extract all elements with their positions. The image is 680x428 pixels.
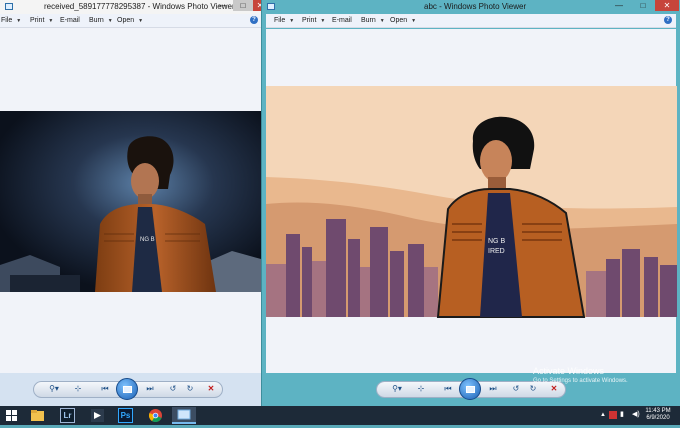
image-canvas: NG B [0,29,261,373]
title-bar[interactable]: abc - Windows Photo Viewer — □ ✕ [262,0,680,14]
viewer-control-bar: ⚲▾ ⊹ ⏮ ⏭ ↺ ↻ ✕ [0,373,261,406]
menu-email[interactable]: E-mail [60,17,80,24]
chevron-down-icon: ▼ [48,18,54,24]
previous-icon[interactable]: ⏮ [441,383,455,395]
watermark-subtitle: Go to Settings to activate Windows. [533,378,628,384]
menu-print[interactable]: Print ▼ [30,17,53,24]
menu-burn[interactable]: Burn ▼ [89,17,113,24]
photo-viewer-icon [177,409,191,420]
close-button[interactable]: ✕ [253,0,261,11]
close-button[interactable]: ✕ [655,0,679,11]
maximize-button[interactable]: □ [233,0,253,11]
photoshop-icon[interactable]: Ps [118,408,133,423]
menu-open[interactable]: Open ▼ [390,17,416,24]
help-icon[interactable]: ? [664,16,672,24]
photo-viewer-window-right: abc - Windows Photo Viewer — □ ✕ File ▼ P… [261,0,680,406]
rotate-counterclockwise-icon[interactable]: ↺ [167,383,179,395]
chevron-down-icon: ▼ [320,18,326,24]
lightroom-icon[interactable]: Lr [60,408,75,423]
activate-windows-watermark: Activate Windows Go to Settings to activ… [533,366,628,386]
minimize-button[interactable]: — [213,0,233,11]
photo-image: NG B [0,111,261,292]
slideshow-button[interactable] [116,378,138,400]
chevron-down-icon: ▼ [411,18,417,24]
slideshow-icon [123,386,132,393]
window-title: abc - Windows Photo Viewer [424,2,527,11]
clock[interactable]: 11:43 PM 6/9/2020 [644,408,672,422]
minimize-button[interactable]: — [607,0,631,11]
actual-size-icon[interactable]: ⊹ [72,383,84,395]
video-editor-icon[interactable] [90,408,105,423]
chevron-down-icon: ▼ [138,18,144,24]
chevron-down-icon: ▼ [379,18,385,24]
actual-size-icon[interactable]: ⊹ [415,383,427,395]
rotate-counterclockwise-icon[interactable]: ↺ [510,383,522,395]
tray-overflow-icon[interactable]: ▲ [600,412,606,419]
zoom-icon[interactable]: ⚲▾ [46,383,62,395]
menu-email[interactable]: E-mail [332,17,352,24]
chrome-icon[interactable] [148,408,163,423]
rotate-clockwise-icon[interactable]: ↻ [184,383,196,395]
cartoon-photo-image: NG B IRED [266,86,677,318]
zoom-icon[interactable]: ⚲▾ [389,383,405,395]
help-icon[interactable]: ? [250,16,258,24]
slideshow-icon [466,386,475,393]
chevron-down-icon: ▼ [289,18,295,24]
menu-open[interactable]: Open ▼ [117,17,143,24]
image-canvas: NG B IRED [266,29,677,373]
photo-viewer-taskbar-button[interactable] [172,407,196,424]
menu-file[interactable]: File ▼ [274,17,294,24]
menu-burn[interactable]: Burn ▼ [361,17,385,24]
photo-viewer-app-icon [5,3,13,10]
menu-print[interactable]: Print ▼ [302,17,325,24]
next-icon[interactable]: ⏭ [143,383,157,395]
taskbar: Lr Ps ▲ ▮ ◀) 11:43 PM 6/9/2020 [0,406,680,425]
next-icon[interactable]: ⏭ [486,383,500,395]
title-bar[interactable]: received_589177778295387 - Windows Photo… [0,0,261,14]
chevron-down-icon: ▼ [107,18,113,24]
notification-icon[interactable] [609,411,617,419]
slideshow-button[interactable] [459,378,481,400]
menu-bar: File ▼ Print ▼ E-mail Burn ▼ Open ▼ ? [266,14,676,28]
menu-bar: File ▼ Print ▼ E-mail Burn ▼ Open ▼ ? [0,14,261,28]
windows-start-icon[interactable] [4,408,19,423]
window-title: received_589177778295387 - Windows Photo… [44,2,235,11]
watermark-title: Activate Windows [533,366,605,376]
chevron-down-icon: ▼ [16,18,22,24]
svg-text:NG B: NG B [140,237,155,243]
previous-icon[interactable]: ⏮ [98,383,112,395]
svg-text:NG B: NG B [488,238,505,245]
volume-icon[interactable]: ◀) [632,411,640,418]
menu-file[interactable]: File ▼ [1,17,21,24]
delete-icon[interactable]: ✕ [205,383,217,395]
network-icon[interactable]: ▮ [620,411,624,418]
clock-date: 6/9/2020 [646,415,670,421]
svg-text:IRED: IRED [488,248,505,255]
clock-time: 11:43 PM [645,408,671,414]
file-explorer-icon[interactable] [30,408,45,423]
maximize-button[interactable]: □ [631,0,655,11]
photo-viewer-window-left: received_589177778295387 - Windows Photo… [0,0,261,406]
photo-viewer-app-icon [267,3,275,10]
